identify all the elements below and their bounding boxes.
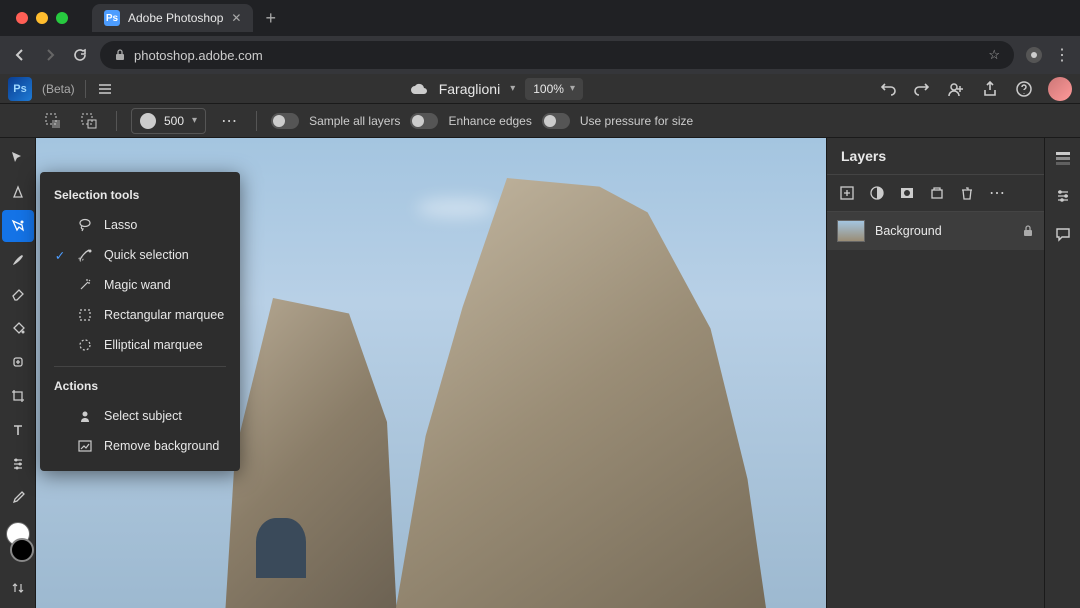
cloud-icon [409,82,429,96]
brush-size-chevron-icon: ▾ [192,115,197,126]
fill-tool[interactable] [2,312,34,344]
magic-wand-tool-item[interactable]: Magic wand [40,270,240,300]
address-bar[interactable]: photoshop.adobe.com ☆ [100,41,1014,69]
select-subject-action[interactable]: Select subject [40,401,240,431]
url-text: photoshop.adobe.com [134,48,263,63]
layer-row[interactable]: Background [827,212,1044,250]
window-maximize[interactable] [56,12,68,24]
popover-item-label: Rectangular marquee [104,308,224,322]
eyedropper-tool[interactable] [2,482,34,514]
redo-button[interactable] [912,79,932,99]
quick-selection-icon [76,246,94,264]
lasso-icon [76,216,94,234]
rectangular-marquee-icon [76,306,94,324]
use-pressure-label: Use pressure for size [580,114,693,128]
layer-thumbnail [837,220,865,242]
popover-item-label: Remove background [104,439,219,453]
popover-item-label: Quick selection [104,248,189,262]
magic-wand-icon [76,276,94,294]
window-minimize[interactable] [36,12,48,24]
share-button[interactable] [980,79,1000,99]
more-options-icon[interactable]: ⋯ [216,108,242,134]
browser-profile-icon[interactable] [1024,45,1044,65]
sample-all-layers-label: Sample all layers [309,114,400,128]
layers-panel: Layers ⋯ Background [826,138,1044,608]
crop-tool[interactable] [2,380,34,412]
remove-background-action[interactable]: Remove background [40,431,240,461]
add-layer-icon[interactable] [837,183,857,203]
zoom-value: 100% [533,82,564,96]
adjustment-layer-icon[interactable] [867,183,887,203]
popover-item-label: Lasso [104,218,137,232]
eraser-tool[interactable] [2,278,34,310]
doc-name-chevron-icon[interactable]: ▾ [510,83,515,94]
browser-back-button[interactable] [10,45,30,65]
transform-tool[interactable] [2,176,34,208]
popover-item-label: Select subject [104,409,182,423]
zoom-chevron-icon: ▾ [570,83,575,94]
select-subject-icon [76,407,94,425]
enhance-edges-toggle[interactable] [410,113,438,129]
use-pressure-toggle[interactable] [542,113,570,129]
brush-preview-icon [140,113,156,129]
popover-actions-title: Actions [40,373,240,401]
type-tool[interactable] [2,414,34,446]
popover-item-label: Elliptical marquee [104,338,203,352]
left-toolbar [0,138,36,608]
brush-tool[interactable] [2,244,34,276]
add-to-selection-icon[interactable] [40,108,66,134]
delete-layer-icon[interactable] [957,183,977,203]
invite-button[interactable] [946,79,966,99]
right-rail [1044,138,1080,608]
tab-title: Adobe Photoshop [128,11,223,25]
quick-selection-tool-item[interactable]: ✓ Quick selection [40,240,240,270]
popover-section-title: Selection tools [40,182,240,210]
hamburger-menu-icon[interactable] [96,80,114,98]
user-avatar[interactable] [1048,77,1072,101]
enhance-edges-label: Enhance edges [448,114,531,128]
group-layers-icon[interactable] [927,183,947,203]
layer-lock-icon[interactable] [1022,225,1034,237]
elliptical-marquee-tool-item[interactable]: Elliptical marquee [40,330,240,360]
zoom-select[interactable]: 100% ▾ [525,78,583,100]
remove-background-icon [76,437,94,455]
layer-more-icon[interactable]: ⋯ [987,183,1007,203]
background-color-swatch[interactable] [10,538,34,562]
rectangular-marquee-tool-item[interactable]: Rectangular marquee [40,300,240,330]
elliptical-marquee-icon [76,336,94,354]
comments-icon[interactable] [1049,220,1077,248]
document-name[interactable]: Faraglioni [439,81,500,97]
lasso-tool-item[interactable]: Lasso [40,210,240,240]
help-button[interactable] [1014,79,1034,99]
browser-forward-button[interactable] [40,45,60,65]
lock-icon [114,49,126,61]
undo-button[interactable] [878,79,898,99]
window-close[interactable] [16,12,28,24]
layer-name: Background [875,224,1012,238]
brush-size-input[interactable]: 500 ▾ [131,108,206,134]
properties-icon[interactable] [1049,144,1077,172]
beta-label: (Beta) [42,82,75,96]
tab-close-icon[interactable]: ✕ [231,11,241,25]
new-tab-button[interactable]: + [265,8,276,29]
popover-item-label: Magic wand [104,278,171,292]
swap-colors-icon[interactable] [2,572,34,604]
layers-panel-title: Layers [827,138,1044,175]
tab-favicon-icon: Ps [104,10,120,26]
browser-reload-button[interactable] [70,45,90,65]
browser-tab[interactable]: Ps Adobe Photoshop ✕ [92,4,253,32]
subtract-from-selection-icon[interactable] [76,108,102,134]
adjustments-panel-icon[interactable] [1049,182,1077,210]
browser-menu-icon[interactable]: ⋮ [1054,45,1070,65]
adjustments-tool[interactable] [2,448,34,480]
bookmark-star-icon[interactable]: ☆ [988,47,1000,63]
healing-tool[interactable] [2,346,34,378]
brush-size-value: 500 [164,114,184,128]
app-logo-icon[interactable]: Ps [8,77,32,101]
selection-tool[interactable] [2,210,34,242]
sample-all-layers-toggle[interactable] [271,113,299,129]
selection-tools-popover: Selection tools Lasso ✓ Quick selection … [40,172,240,471]
mask-icon[interactable] [897,183,917,203]
move-tool[interactable] [2,142,34,174]
